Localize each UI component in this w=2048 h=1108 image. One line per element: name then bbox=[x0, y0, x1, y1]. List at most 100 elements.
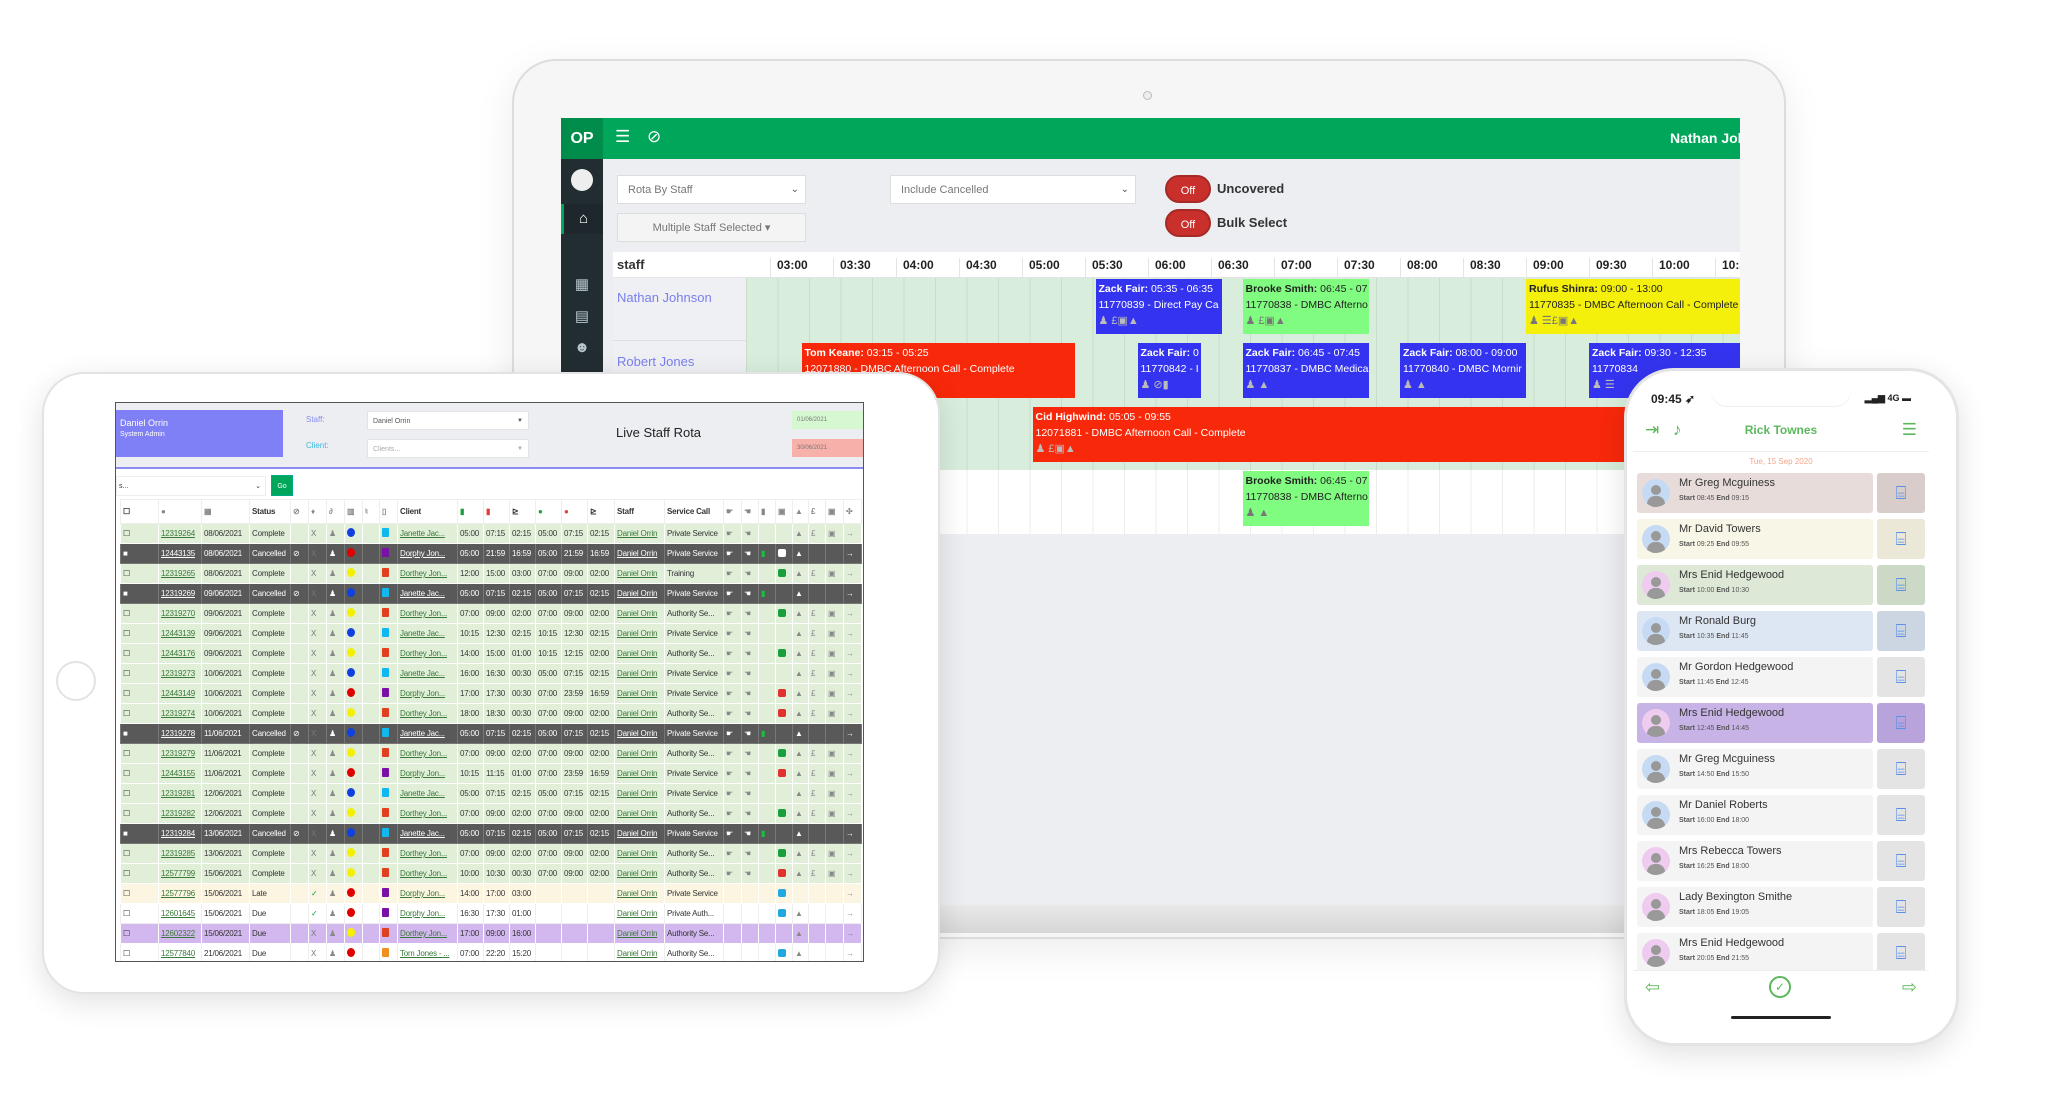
table-row[interactable]: ☐ 12443176 09/06/2021 Complete X ♟ Dorthey Jon… bbox=[120, 643, 862, 664]
open-arrow-icon[interactable]: → bbox=[843, 943, 862, 961]
confirm-mark[interactable]: X bbox=[308, 863, 327, 884]
visit-card[interactable]: Mr Greg Mcguiness Start 14:50 End 15:50 bbox=[1637, 749, 1873, 789]
confirm-mark[interactable]: X bbox=[308, 823, 327, 844]
row-checkbox[interactable]: ☐ bbox=[120, 883, 159, 904]
table-row[interactable]: ☐ 12443139 09/06/2021 Complete X ♟ Janette Jac… bbox=[120, 623, 862, 644]
open-arrow-icon[interactable]: → bbox=[843, 883, 862, 904]
client-link[interactable]: Dorthey Jon... bbox=[397, 743, 458, 764]
visit-door-button[interactable]: ⌸ bbox=[1877, 887, 1925, 927]
staff-link[interactable]: Daniel Orrin bbox=[614, 903, 665, 924]
staff-link[interactable]: Daniel Orrin bbox=[614, 663, 665, 684]
visit-card[interactable]: Mr Greg Mcguiness Start 08:45 End 09:15 bbox=[1637, 473, 1873, 513]
client-link[interactable]: Janette Jac... bbox=[397, 783, 458, 804]
call-id-link[interactable]: 12443135 bbox=[158, 543, 202, 564]
confirm-mark[interactable]: X bbox=[308, 783, 327, 804]
open-arrow-icon[interactable]: → bbox=[843, 923, 862, 944]
visit-door-button[interactable]: ⌸ bbox=[1877, 841, 1925, 881]
confirm-mark[interactable]: X bbox=[308, 843, 327, 864]
client-link[interactable]: Tom Jones - ... bbox=[397, 943, 458, 961]
row-checkbox[interactable]: ☐ bbox=[120, 663, 159, 684]
client-link[interactable]: Janette Jac... bbox=[397, 523, 458, 544]
client-link[interactable]: Dorthey Jon... bbox=[397, 703, 458, 724]
staff-link[interactable]: Daniel Orrin bbox=[614, 643, 665, 664]
call-id-link[interactable]: 12319285 bbox=[158, 843, 202, 864]
open-arrow-icon[interactable]: → bbox=[843, 583, 862, 604]
staff-link[interactable]: Daniel Orrin bbox=[614, 783, 665, 804]
open-arrow-icon[interactable]: → bbox=[843, 903, 862, 924]
table-row[interactable]: ☐ 12602322 15/06/2021 Due X ♟ Dorthey Jon... 17… bbox=[120, 923, 862, 944]
client-link[interactable]: Janette Jac... bbox=[397, 823, 458, 844]
open-arrow-icon[interactable]: → bbox=[843, 863, 862, 884]
table-row[interactable]: ☐ 12319264 08/06/2021 Complete X ♟ Janette Jac… bbox=[120, 523, 862, 544]
staff-link[interactable]: Daniel Orrin bbox=[614, 763, 665, 784]
staff-link[interactable]: Daniel Orrin bbox=[614, 743, 665, 764]
call-id-link[interactable]: 12577796 bbox=[158, 883, 202, 904]
row-checkbox[interactable]: ☐ bbox=[120, 703, 159, 724]
client-link[interactable]: Dorthey Jon... bbox=[397, 643, 458, 664]
bulk-action-select[interactable]: s... ⌄ bbox=[116, 476, 266, 496]
row-checkbox[interactable]: ■ bbox=[120, 583, 159, 604]
table-row[interactable]: ☐ 12443149 10/06/2021 Complete X ♟ Dorphy Jon.… bbox=[120, 683, 862, 704]
row-checkbox[interactable]: ■ bbox=[120, 723, 159, 744]
open-arrow-icon[interactable]: → bbox=[843, 783, 862, 804]
open-arrow-icon[interactable]: → bbox=[843, 603, 862, 624]
client-link[interactable]: Dorthey Jon... bbox=[397, 863, 458, 884]
row-checkbox[interactable]: ☐ bbox=[120, 903, 159, 924]
open-arrow-icon[interactable]: → bbox=[843, 563, 862, 584]
call-id-link[interactable]: 12319273 bbox=[158, 663, 202, 684]
row-checkbox[interactable]: ☐ bbox=[120, 863, 159, 884]
open-arrow-icon[interactable]: → bbox=[843, 803, 862, 824]
call-id-link[interactable]: 12319274 bbox=[158, 703, 202, 724]
user-profile-card[interactable]: Daniel Orrin System Admin bbox=[116, 410, 283, 457]
call-id-link[interactable]: 12443139 bbox=[158, 623, 202, 644]
client-link[interactable]: Dorthey Jon... bbox=[397, 843, 458, 864]
table-row[interactable]: ☐ 12319281 12/06/2021 Complete X ♟ Janette Jac… bbox=[120, 783, 862, 804]
call-id-link[interactable]: 12443176 bbox=[158, 643, 202, 664]
visit-door-button[interactable]: ⌸ bbox=[1877, 749, 1925, 789]
call-id-link[interactable]: 12602322 bbox=[158, 923, 202, 944]
table-row[interactable]: ☐ 12319285 13/06/2021 Complete X ♟ Dorthey Jon… bbox=[120, 843, 862, 864]
call-id-link[interactable]: 12319269 bbox=[158, 583, 202, 604]
visit-card[interactable]: Mr Ronald Burg Start 10:35 End 11:45 bbox=[1637, 611, 1873, 651]
table-row[interactable]: ■ 12319269 09/06/2021 Cancelled ⊘ X ♟ Janette J… bbox=[120, 583, 862, 604]
visit-card[interactable]: Lady Bexington Smithe Start 18:05 End 19:… bbox=[1637, 887, 1873, 927]
call-id-link[interactable]: 12577840 bbox=[158, 943, 202, 961]
client-link[interactable]: Dorphy Jon... bbox=[397, 543, 458, 564]
client-header[interactable]: Client bbox=[397, 499, 458, 524]
rota-shift-block[interactable]: Brooke Smith: 06:45 - 07 11770838 - DMBC … bbox=[1242, 279, 1369, 334]
table-row[interactable]: ☐ 12577840 21/06/2021 Due X ♟ Tom Jones - ... 0… bbox=[120, 943, 862, 961]
table-row[interactable]: ■ 12319284 13/06/2021 Cancelled ⊘ X ♟ Janette J… bbox=[120, 823, 862, 844]
row-checkbox[interactable]: ■ bbox=[120, 823, 159, 844]
open-arrow-icon[interactable]: → bbox=[843, 523, 862, 544]
client-link[interactable]: Janette Jac... bbox=[397, 663, 458, 684]
next-day-icon[interactable]: ⇨ bbox=[1902, 977, 1917, 998]
staff-link[interactable]: Daniel Orrin bbox=[614, 803, 665, 824]
confirm-mark[interactable]: ✓ bbox=[308, 903, 327, 924]
staff-link[interactable]: Daniel Orrin bbox=[614, 583, 665, 604]
confirm-mark[interactable]: X bbox=[308, 563, 327, 584]
table-row[interactable]: ☐ 12319265 08/06/2021 Complete X ♟ Dorthey Jon… bbox=[120, 563, 862, 584]
confirm-mark[interactable]: X bbox=[308, 623, 327, 644]
table-row[interactable]: ☐ 12443155 11/06/2021 Complete X ♟ Dorphy Jon.… bbox=[120, 763, 862, 784]
rota-shift-block[interactable]: Brooke Smith: 06:45 - 07 11770838 - DMBC … bbox=[1242, 471, 1369, 526]
confirm-mark[interactable]: X bbox=[308, 683, 327, 704]
row-checkbox[interactable]: ☐ bbox=[120, 783, 159, 804]
staff-link[interactable]: Daniel Orrin bbox=[614, 823, 665, 844]
row-checkbox[interactable]: ☐ bbox=[120, 843, 159, 864]
row-checkbox[interactable]: ☐ bbox=[120, 643, 159, 664]
row-checkbox[interactable]: ☐ bbox=[120, 603, 159, 624]
visit-card[interactable]: Mr David Towers Start 09:25 End 09:55 bbox=[1637, 519, 1873, 559]
client-link[interactable]: Dorthey Jon... bbox=[397, 563, 458, 584]
confirm-mark[interactable]: X bbox=[308, 543, 327, 564]
table-row[interactable]: ☐ 12577799 15/06/2021 Complete X ♟ Dorthey Jon… bbox=[120, 863, 862, 884]
confirm-mark[interactable]: X bbox=[308, 763, 327, 784]
confirm-mark[interactable]: X bbox=[308, 703, 327, 724]
confirm-mark[interactable]: X bbox=[308, 923, 327, 944]
visit-card[interactable]: Mrs Enid Hedgewood Start 10:00 End 10:30 bbox=[1637, 565, 1873, 605]
rota-shift-block[interactable]: Zack Fair: 08:00 - 09:00 11770840 - DMBC … bbox=[1400, 343, 1526, 398]
client-link[interactable]: Dorthey Jon... bbox=[397, 603, 458, 624]
client-link[interactable]: Dorphy Jon... bbox=[397, 763, 458, 784]
rota-shift-block[interactable]: Zack Fair: 05:35 - 06:35 11770839 - Direc… bbox=[1095, 279, 1222, 334]
table-row[interactable]: ☐ 12601645 15/06/2021 Due ✓ ♟ Dorphy Jon... 16:… bbox=[120, 903, 862, 924]
staff-link[interactable]: Daniel Orrin bbox=[614, 883, 665, 904]
